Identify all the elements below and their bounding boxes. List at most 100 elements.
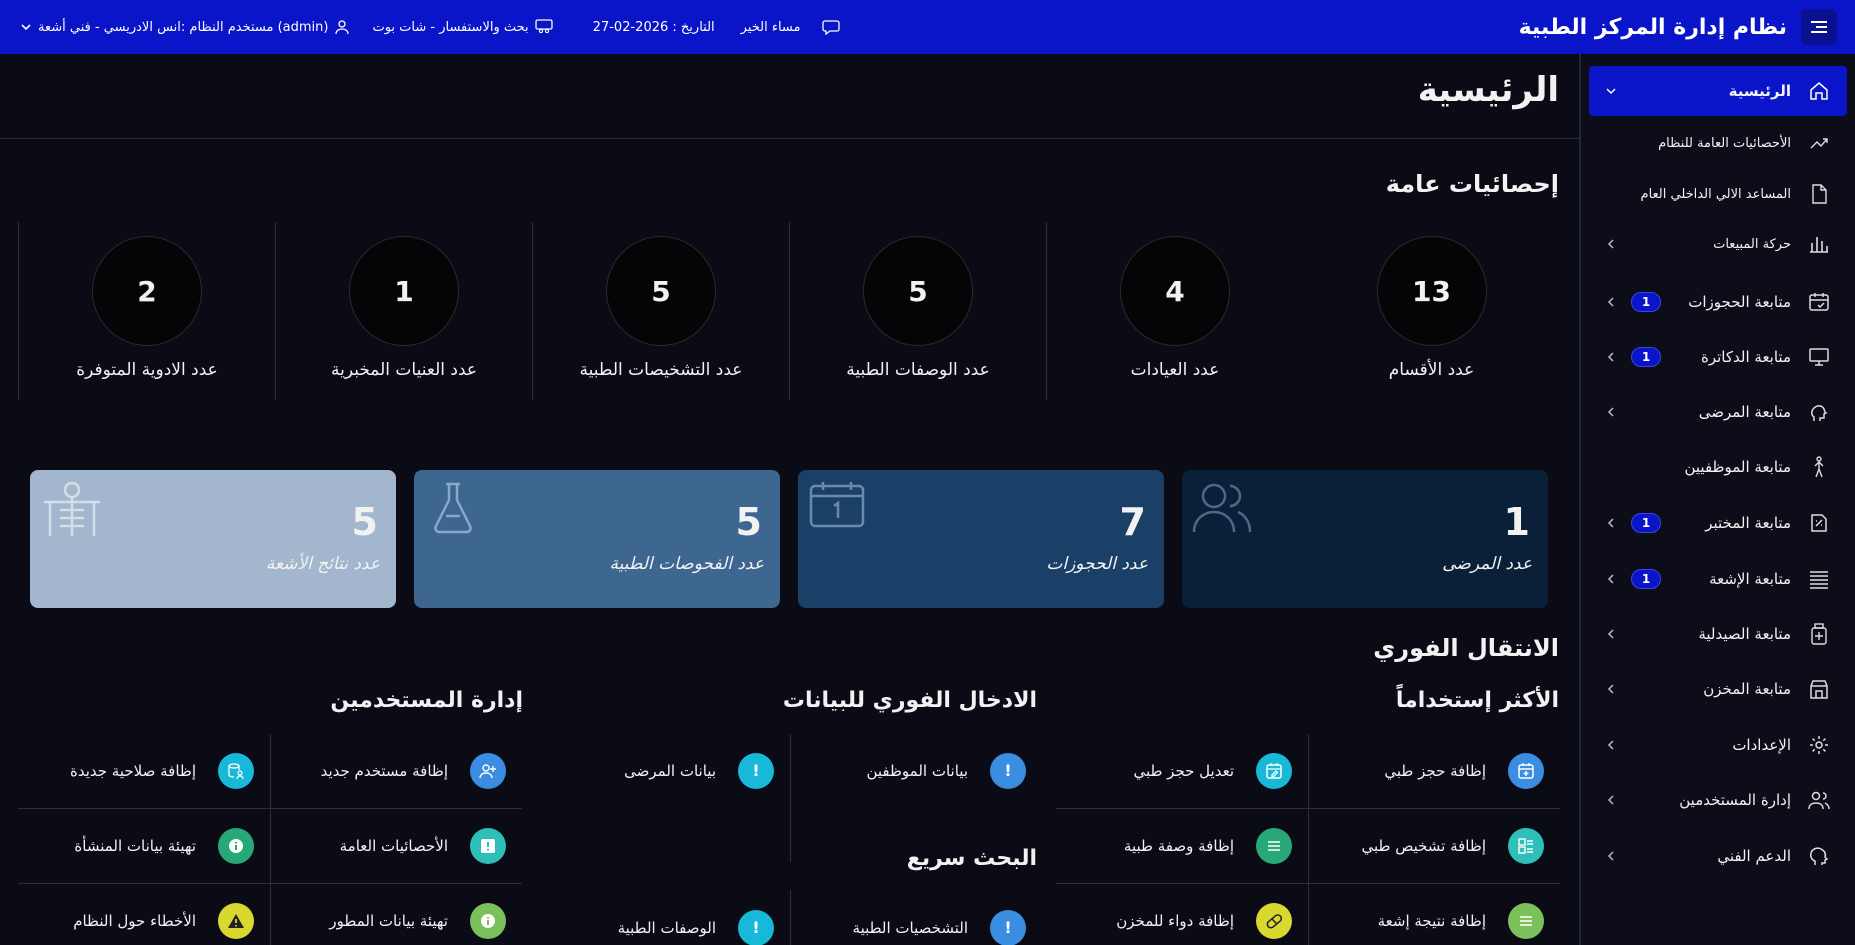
quick-add-permission[interactable]: إظافة صلاحية جديدة (18, 733, 270, 808)
quick-add-prescription[interactable]: إظافة وصفة طبية (1056, 808, 1308, 883)
sidebar-item-support[interactable]: الدعم الفني (1589, 833, 1847, 879)
lines-icon (1805, 568, 1833, 590)
chevron-left-icon (1607, 352, 1614, 362)
quick-label: إظافة وصفة طبية (1123, 836, 1234, 855)
sidebar-item-system-stats[interactable]: الأحصائيات العامة للنظام (1589, 120, 1847, 166)
quick-label: تهيئة بيانات المنشأة (74, 836, 196, 855)
list-icon (1508, 902, 1544, 939)
quick-add-user[interactable]: إظافة مستخدم جديد (270, 733, 522, 808)
sidebar: الرئيسية الأحصائيات العامة للنظام المساع… (1579, 54, 1855, 945)
quick-label: إظافة تشخيص طبي (1361, 836, 1486, 855)
sidebar-item-label: متابعة الإشعة (1709, 570, 1791, 588)
notification-badge: 1 (1631, 292, 1661, 312)
chevron-down-icon (21, 24, 31, 31)
sidebar-item-label: متابعة المرضى (1698, 403, 1791, 421)
sidebar-item-radiology[interactable]: متابعة الإشعة 1 (1589, 556, 1847, 602)
chevron-left-icon (1607, 851, 1614, 861)
stat-label: عدد الادوية المتوفرة (76, 360, 218, 380)
card-bookings[interactable]: 7 عدد الحجوزات (798, 470, 1164, 608)
sidebar-item-assistant[interactable]: المساعد الالي الداخلي العام (1589, 171, 1847, 217)
quick-system-errors[interactable]: الأخطاء حول النظام (18, 883, 270, 945)
stat-value: 13 (1376, 236, 1487, 346)
chatbot-text: بحث والاستفسار - شات بوت (372, 19, 529, 35)
quick-facility-setup[interactable]: تهيئة بيانات المنشأة (18, 808, 270, 883)
quick-patients-data[interactable]: ! بيانات المرضى (538, 733, 790, 808)
calendar-check-icon (1805, 291, 1833, 313)
quick-search-prescriptions[interactable]: ! الوصفات الطبية (538, 890, 790, 945)
gear-icon (1805, 734, 1833, 756)
stat-label: عدد الأقسام (1388, 360, 1475, 380)
chevron-down-icon (1606, 88, 1616, 95)
sidebar-item-sales[interactable]: حركة المبيعات (1589, 221, 1847, 267)
sidebar-item-settings[interactable]: الإعدادات (1589, 722, 1847, 768)
quick-label: إظافة مستخدم جديد (320, 761, 448, 780)
stat-lab-samples: 1 عدد العنيات المخبرية (275, 222, 532, 400)
sidebar-item-bookings[interactable]: متابعة الحجوزات 1 (1589, 279, 1847, 325)
quick-search-diagnoses[interactable]: ! التشخصيات الطبية (790, 890, 1042, 945)
quick-nav-title: الانتقال الفوري (1373, 634, 1559, 662)
chatbot-link[interactable]: بحث والاستفسار - شات بوت (372, 19, 553, 35)
document-icon (1805, 184, 1833, 204)
trend-icon (1805, 133, 1833, 153)
quick-add-diagnosis[interactable]: إظافة تشخيص طبي (1308, 808, 1560, 883)
quick-label: بيانات المرضى (624, 761, 716, 780)
card-patients[interactable]: 1 عدد المرضى (1182, 470, 1548, 608)
stat-value: 5 (863, 236, 973, 346)
menu-icon (1811, 21, 1827, 33)
sidebar-item-employees[interactable]: متابعة الموظفيين (1589, 444, 1847, 490)
quick-label: إظافة نتيجة إشعة (1377, 911, 1486, 930)
quick-general-stats[interactable]: الأحصائيات العامة (270, 808, 522, 883)
database-user-icon (218, 752, 254, 789)
stat-label: عدد العيادات (1130, 360, 1220, 380)
general-stats-title: إحصائيات عامة (1385, 170, 1559, 198)
quick-add-radiology-result[interactable]: إظافة نتيجة إشعة (1308, 883, 1560, 945)
warning-icon (218, 902, 254, 939)
monitor-icon (1805, 346, 1833, 368)
quick-label: إظافة حجز طبي (1384, 761, 1486, 780)
sidebar-item-lab[interactable]: متابعة المختبر 1 (1589, 500, 1847, 546)
stat-label: عدد العنيات المخبرية (330, 360, 478, 380)
home-icon (1805, 80, 1833, 102)
chat-users-icon (535, 19, 553, 34)
quick-label: تهيئة بيانات المطور (329, 911, 448, 930)
quick-employees-data[interactable]: ! بيانات الموظفين (790, 733, 1042, 808)
greeting-text: مساء الخير (740, 19, 801, 35)
brain-icon (1805, 845, 1833, 867)
quick-add-medicine[interactable]: إظافة دواء للمخزن (1056, 883, 1308, 945)
sidebar-item-doctors[interactable]: متابعة الدكاترة 1 (1589, 334, 1847, 380)
calendar-icon (809, 482, 865, 528)
sidebar-item-patients[interactable]: متابعة المرضى (1589, 389, 1847, 435)
notification-badge: 1 (1631, 569, 1661, 589)
sidebar-item-pharmacy[interactable]: متابعة الصيدلية (1589, 611, 1847, 657)
sidebar-item-label: الأحصائيات العامة للنظام (1658, 135, 1791, 151)
chevron-left-icon (1607, 574, 1614, 584)
chat-icon[interactable] (822, 19, 841, 35)
quick-label: إظافة دواء للمخزن (1116, 911, 1234, 930)
sidebar-item-users[interactable]: إدارة المستخدمين (1589, 777, 1847, 823)
users-mgmt-title: إدارة المستخدمين (330, 688, 523, 713)
quick-developer-setup[interactable]: تهيئة بيانات المطور (270, 883, 522, 945)
card-value: 5 (351, 500, 378, 544)
user-menu[interactable]: مستخدم النظام :انس الادريسي - فني أشعة (… (20, 19, 350, 35)
card-exams[interactable]: 5 عدد الفحوصات الطبية (414, 470, 780, 608)
sidebar-item-warehouse[interactable]: متابعة المخزن (1589, 666, 1847, 712)
sidebar-item-home[interactable]: الرئيسية (1589, 66, 1847, 116)
sidebar-item-label: الإعدادات (1732, 736, 1791, 754)
xray-icon (44, 481, 100, 536)
stat-value: 4 (1120, 236, 1230, 346)
card-value: 7 (1119, 500, 1146, 544)
chevron-left-icon (1607, 518, 1614, 528)
users-icon (1192, 483, 1252, 533)
sidebar-item-label: متابعة الحجوزات (1688, 293, 1791, 311)
card-label: عدد نتائج الأشعة (265, 554, 380, 574)
quick-edit-booking[interactable]: تعديل حجز طبي (1056, 733, 1308, 808)
card-radiology-results[interactable]: 5 عدد نتائج الأشعة (30, 470, 396, 608)
divider (0, 138, 1579, 139)
quick-add-booking[interactable]: إظافة حجز طبي (1308, 733, 1560, 808)
chevron-left-icon (1607, 239, 1614, 249)
stat-clinics: 4 عدد العيادات (1046, 222, 1303, 400)
sidebar-item-label: الرئيسية (1728, 82, 1791, 100)
sidebar-item-label: حركة المبيعات (1713, 236, 1791, 252)
sidebar-item-label: متابعة الموظفيين (1684, 458, 1791, 476)
sidebar-toggle-button[interactable] (1801, 9, 1837, 45)
